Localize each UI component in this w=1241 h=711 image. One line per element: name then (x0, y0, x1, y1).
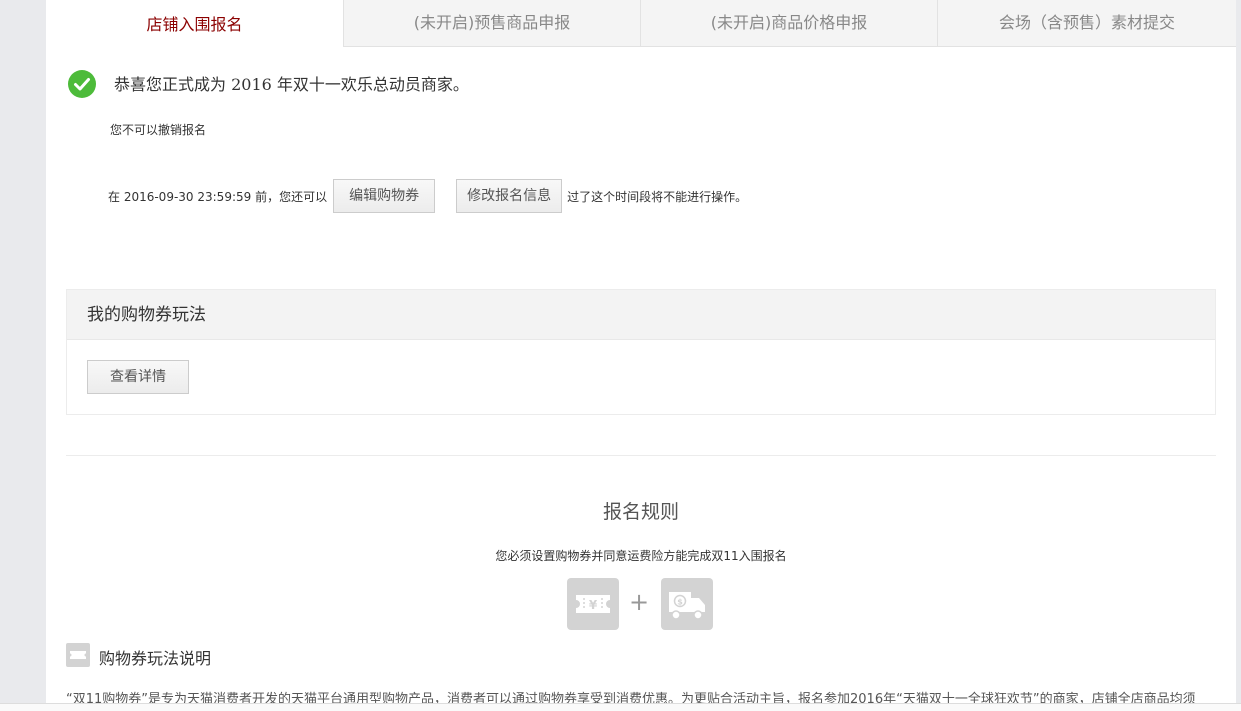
modify-info-button[interactable]: 修改报名信息 (456, 179, 563, 213)
tab-material-submission[interactable]: 会场（含预售）素材提交 (937, 0, 1236, 47)
cancel-note: 您不可以撤销报名 (110, 123, 207, 137)
deadline-prefix: 在 2016-09-30 23:59:59 前，您还可以 (108, 189, 328, 204)
tab-store-registration[interactable]: 店铺入围报名 (46, 0, 343, 48)
panel-title: 我的购物券玩法 (67, 290, 1215, 340)
coupon-play-panel: 我的购物券玩法 查看详情 (66, 289, 1216, 415)
svg-text:$: $ (677, 598, 683, 607)
freight-insurance-truck-icon: $ (661, 578, 713, 630)
explain-title: 购物券玩法说明 (99, 649, 212, 668)
view-details-button[interactable]: 查看详情 (87, 360, 189, 394)
deadline-suffix: 过了这个时间段将不能进行操作。 (567, 189, 748, 204)
browser-status-bar (0, 703, 1241, 711)
svg-text:¥: ¥ (589, 598, 598, 612)
divider (66, 455, 1216, 456)
tab-price-declaration[interactable]: (未开启)商品价格申报 (640, 0, 937, 47)
rules-title: 报名规则 (602, 501, 679, 523)
coupon-icon: ¥ (567, 578, 619, 630)
plus-sign: + (629, 588, 650, 616)
panel-body: 查看详情 (67, 340, 1215, 415)
tab-bar: 店铺入围报名 (未开启)预售商品申报 (未开启)商品价格申报 会场（含预售）素材… (46, 0, 1236, 48)
page: 店铺入围报名 (未开启)预售商品申报 (未开启)商品价格申报 会场（含预售）素材… (46, 0, 1236, 711)
rules-subtitle: 您必须设置购物券并同意运费险方能完成双11入围报名 (495, 549, 787, 563)
success-message: 恭喜您正式成为 2016 年双十一欢乐总动员商家。 (114, 75, 469, 94)
tab-presale-declaration[interactable]: (未开启)预售商品申报 (343, 0, 640, 47)
deadline-line: 在 2016-09-30 23:59:59 前，您还可以 编辑购物券 修改报名信… (108, 179, 747, 213)
edit-coupon-button[interactable]: 编辑购物券 (333, 179, 436, 213)
coupon-small-icon (66, 643, 90, 667)
check-circle-icon (68, 70, 96, 98)
